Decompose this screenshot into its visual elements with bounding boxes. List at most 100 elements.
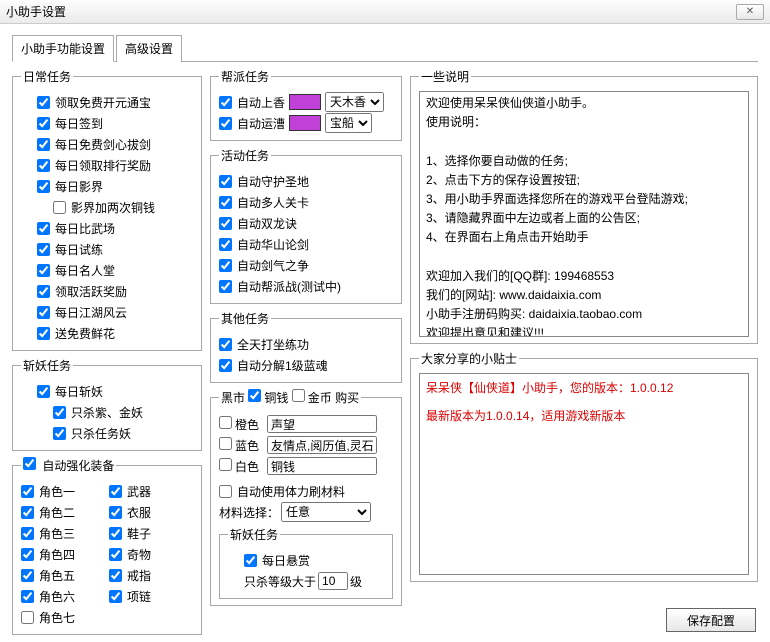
lb-zisha-zijin: 只杀紫、金妖 <box>71 404 143 421</box>
lb-role: 角色二 <box>39 504 75 521</box>
lb-activity: 自动帮派战(测试中) <box>237 278 341 295</box>
cb-bounty[interactable] <box>244 554 257 567</box>
lb-activity: 自动多人关卡 <box>237 194 309 211</box>
cb-role[interactable] <box>21 527 34 540</box>
cb-daily[interactable] <box>37 180 50 193</box>
lb-daily: 每日江湖风云 <box>55 304 127 321</box>
daily-tasks-group: 日常任务 领取免费开元通宝每日签到每日免费剑心拔剑每日领取排行奖励每日影界影界加… <box>12 68 202 351</box>
cb-equip[interactable] <box>109 527 122 540</box>
lb-daily: 每日领取排行奖励 <box>55 157 151 174</box>
cb-daily[interactable] <box>37 159 50 172</box>
sel-material[interactable]: 任意 <box>281 502 371 522</box>
activity-group: 活动任务 自动守护圣地自动多人关卡自动双龙诀自动华山论剑自动剑气之争自动帮派战(… <box>210 147 402 304</box>
input-heishi-val[interactable] <box>267 457 377 475</box>
lb-equip: 鞋子 <box>127 525 151 542</box>
cb-equip[interactable] <box>109 548 122 561</box>
lb-role: 角色五 <box>39 567 75 584</box>
cb-activity[interactable] <box>219 175 232 188</box>
cb-role[interactable] <box>21 569 34 582</box>
cb-boat[interactable] <box>219 117 232 130</box>
cb-daily[interactable] <box>37 306 50 319</box>
cb-daily[interactable] <box>37 285 50 298</box>
lb-equip: 奇物 <box>127 546 151 563</box>
cb-role[interactable] <box>21 611 34 624</box>
lb-role: 角色三 <box>39 525 75 542</box>
input-level[interactable] <box>318 572 348 590</box>
lb-fenjie: 自动分解1级蓝魂 <box>237 357 328 374</box>
lb-daily: 领取免费开元通宝 <box>55 94 151 111</box>
activity-legend: 活动任务 <box>219 147 271 164</box>
cb-activity[interactable] <box>219 238 232 251</box>
lb-equip: 戒指 <box>127 567 151 584</box>
boat-color-swatch <box>289 115 321 131</box>
cb-copper[interactable] <box>248 389 261 402</box>
cb-gold[interactable] <box>292 389 305 402</box>
cb-equip[interactable] <box>109 569 122 582</box>
incense-color-swatch <box>289 94 321 110</box>
sel-incense[interactable]: 天木香 <box>325 92 384 112</box>
cb-daily[interactable] <box>37 243 50 256</box>
lb-activity: 自动华山论剑 <box>237 236 309 253</box>
cb-fenjie[interactable] <box>219 359 232 372</box>
daily-legend: 日常任务 <box>21 68 73 85</box>
cb-auto-tili[interactable] <box>219 485 232 498</box>
lb-bounty: 每日悬赏 <box>262 552 310 569</box>
zhanyao-legend: 斩妖任务 <box>21 357 73 374</box>
cb-yingjie-sub[interactable] <box>53 201 66 214</box>
lb-dazuo: 全天打坐练功 <box>237 336 309 353</box>
cb-heishi-color[interactable] <box>219 458 232 471</box>
lb-meirizhanyao: 每日斩妖 <box>55 383 103 400</box>
cb-auto-strengthen[interactable] <box>23 457 36 470</box>
cb-dazuo[interactable] <box>219 338 232 351</box>
cb-equip[interactable] <box>109 485 122 498</box>
strengthen-group: 自动强化装备 角色一角色二角色三角色四角色五角色六角色七 武器衣服鞋子奇物戒指项… <box>12 457 202 635</box>
tab-main[interactable]: 小助手功能设置 <box>12 35 114 62</box>
cb-daily[interactable] <box>37 96 50 109</box>
lb-incense: 自动上香 <box>237 94 285 111</box>
cb-daily[interactable] <box>37 264 50 277</box>
faction-group: 帮派任务 自动上香 天木香 自动运漕 宝船 <box>210 68 402 141</box>
cb-incense[interactable] <box>219 96 232 109</box>
other-legend: 其他任务 <box>219 310 271 327</box>
cb-zisha-renwu[interactable] <box>53 427 66 440</box>
zhanyao-group: 斩妖任务 每日斩妖 只杀紫、金妖 只杀任务妖 <box>12 357 202 451</box>
tips-line-version: 呆呆侠【仙侠道】小助手，您的版本：1.0.0.12 <box>426 378 742 400</box>
input-heishi-val[interactable] <box>267 436 377 454</box>
cb-meirizhanyao[interactable] <box>37 385 50 398</box>
cb-role[interactable] <box>21 485 34 498</box>
notes-text: 欢迎使用呆呆侠仙侠道小助手。使用说明： 1、选择你要自动做的任务;2、点击下方的… <box>419 91 749 337</box>
cb-activity[interactable] <box>219 217 232 230</box>
close-icon[interactable]: ✕ <box>736 4 764 20</box>
heishi-sub-legend: 斩妖任务 <box>228 526 280 543</box>
cb-role[interactable] <box>21 548 34 561</box>
cb-role[interactable] <box>21 506 34 519</box>
other-group: 其他任务 全天打坐练功 自动分解1级蓝魂 <box>210 310 402 383</box>
lb-zisha-renwu: 只杀任务妖 <box>71 425 131 442</box>
cb-daily[interactable] <box>37 327 50 340</box>
cb-equip[interactable] <box>109 590 122 603</box>
cb-activity[interactable] <box>219 196 232 209</box>
cb-activity[interactable] <box>219 259 232 272</box>
cb-zisha-zijin[interactable] <box>53 406 66 419</box>
lb-daily: 每日免费剑心拔剑 <box>55 136 151 153</box>
save-button[interactable]: 保存配置 <box>666 608 756 632</box>
tips-line-latest: 最新版本为1.0.0.14，适用游戏新版本 <box>426 406 742 428</box>
cb-equip[interactable] <box>109 506 122 519</box>
cb-daily[interactable] <box>37 222 50 235</box>
sel-boat[interactable]: 宝船 <box>325 113 372 133</box>
window-title: 小助手设置 <box>6 3 66 20</box>
notes-group: 一些说明 欢迎使用呆呆侠仙侠道小助手。使用说明： 1、选择你要自动做的任务;2、… <box>410 68 758 344</box>
cb-heishi-color[interactable] <box>219 437 232 450</box>
lb-boat: 自动运漕 <box>237 115 285 132</box>
input-heishi-val[interactable] <box>267 415 377 433</box>
cb-role[interactable] <box>21 590 34 603</box>
cb-daily[interactable] <box>37 117 50 130</box>
tab-advanced[interactable]: 高级设置 <box>116 35 182 62</box>
cb-heishi-color[interactable] <box>219 416 232 429</box>
lb-activity: 自动守护圣地 <box>237 173 309 190</box>
lb-role: 角色一 <box>39 483 75 500</box>
cb-activity[interactable] <box>219 280 232 293</box>
lb-equip: 项链 <box>127 588 151 605</box>
cb-daily[interactable] <box>37 138 50 151</box>
lb-daily: 每日比武场 <box>55 220 115 237</box>
